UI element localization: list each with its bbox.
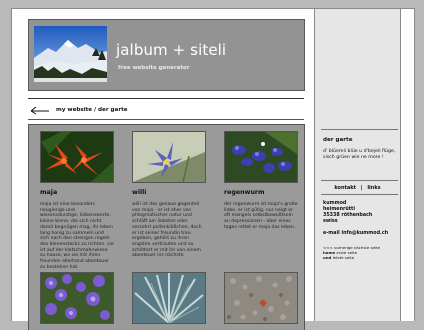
- page-navigation: <<< vorherige nächste seite home erste s…: [323, 245, 380, 261]
- caption-maja: maja: [40, 189, 58, 196]
- link-separator: |: [360, 185, 363, 191]
- site-header: jalbum + siteli free website generator: [28, 19, 305, 91]
- description-maja: maja ist eine besonders neugierige und w…: [40, 202, 114, 270]
- sidebar: der garte d' blüemli blüe u d'bejeli flü…: [315, 9, 401, 321]
- sidebar-divider-links-top: [321, 180, 398, 181]
- sidebar-divider-top: [321, 129, 398, 130]
- sidebar-divider-links-bottom: [321, 194, 398, 195]
- page-frame: jalbum + siteli free website generator m…: [11, 8, 415, 330]
- address-block: kummod heimenrütti 35338 röthenbach swis…: [323, 201, 372, 225]
- site-subtitle: free website generator: [118, 65, 190, 71]
- sidebar-title: der garte: [323, 137, 353, 143]
- thumb-6[interactable]: [224, 272, 298, 324]
- site-title: jalbum + siteli: [116, 41, 227, 59]
- thumb-4[interactable]: [40, 272, 114, 324]
- thumb-regenwurm[interactable]: [224, 131, 298, 183]
- photo-gallery: maja maja ist eine besonders neugierige …: [28, 124, 305, 330]
- description-willi: willi ist das genaue gegenteil von maja …: [132, 202, 202, 259]
- kontakt-link[interactable]: kontakt: [334, 185, 356, 191]
- email-line: e-mail info@kummod.ch: [323, 231, 388, 236]
- breadcrumb-divider: [28, 119, 304, 120]
- nav-next-label: nächste seite: [353, 245, 380, 250]
- nav-last[interactable]: und letzte seite: [323, 254, 380, 261]
- right-margin: [401, 9, 414, 321]
- description-regenwurm: der regenwurm ist maja's große liebe. er…: [224, 202, 298, 230]
- thumb-willi[interactable]: [132, 131, 206, 183]
- sidebar-links: kontakt | links: [315, 185, 400, 191]
- caption-regenwurm: regenwurm: [224, 189, 265, 196]
- thumb-maja[interactable]: [40, 131, 114, 183]
- nav-last-label: letzte seite: [332, 254, 355, 260]
- back-arrow-icon[interactable]: [30, 105, 50, 115]
- caption-willi: willi: [132, 189, 147, 196]
- header-divider: [28, 98, 304, 99]
- email-label: e-mail: [323, 231, 340, 236]
- breadcrumb-path[interactable]: my website / der garte: [56, 107, 128, 113]
- sidebar-text: d' blüemli blüe u d'bejeli flüge, sisch …: [323, 149, 396, 160]
- address-line: swiss: [323, 219, 338, 224]
- nav-and-label: und: [323, 254, 332, 260]
- thumb-5[interactable]: [132, 272, 206, 324]
- links-link[interactable]: links: [367, 185, 380, 191]
- email-link[interactable]: info@kummod.ch: [341, 231, 388, 236]
- header-mountain-photo: [34, 26, 107, 82]
